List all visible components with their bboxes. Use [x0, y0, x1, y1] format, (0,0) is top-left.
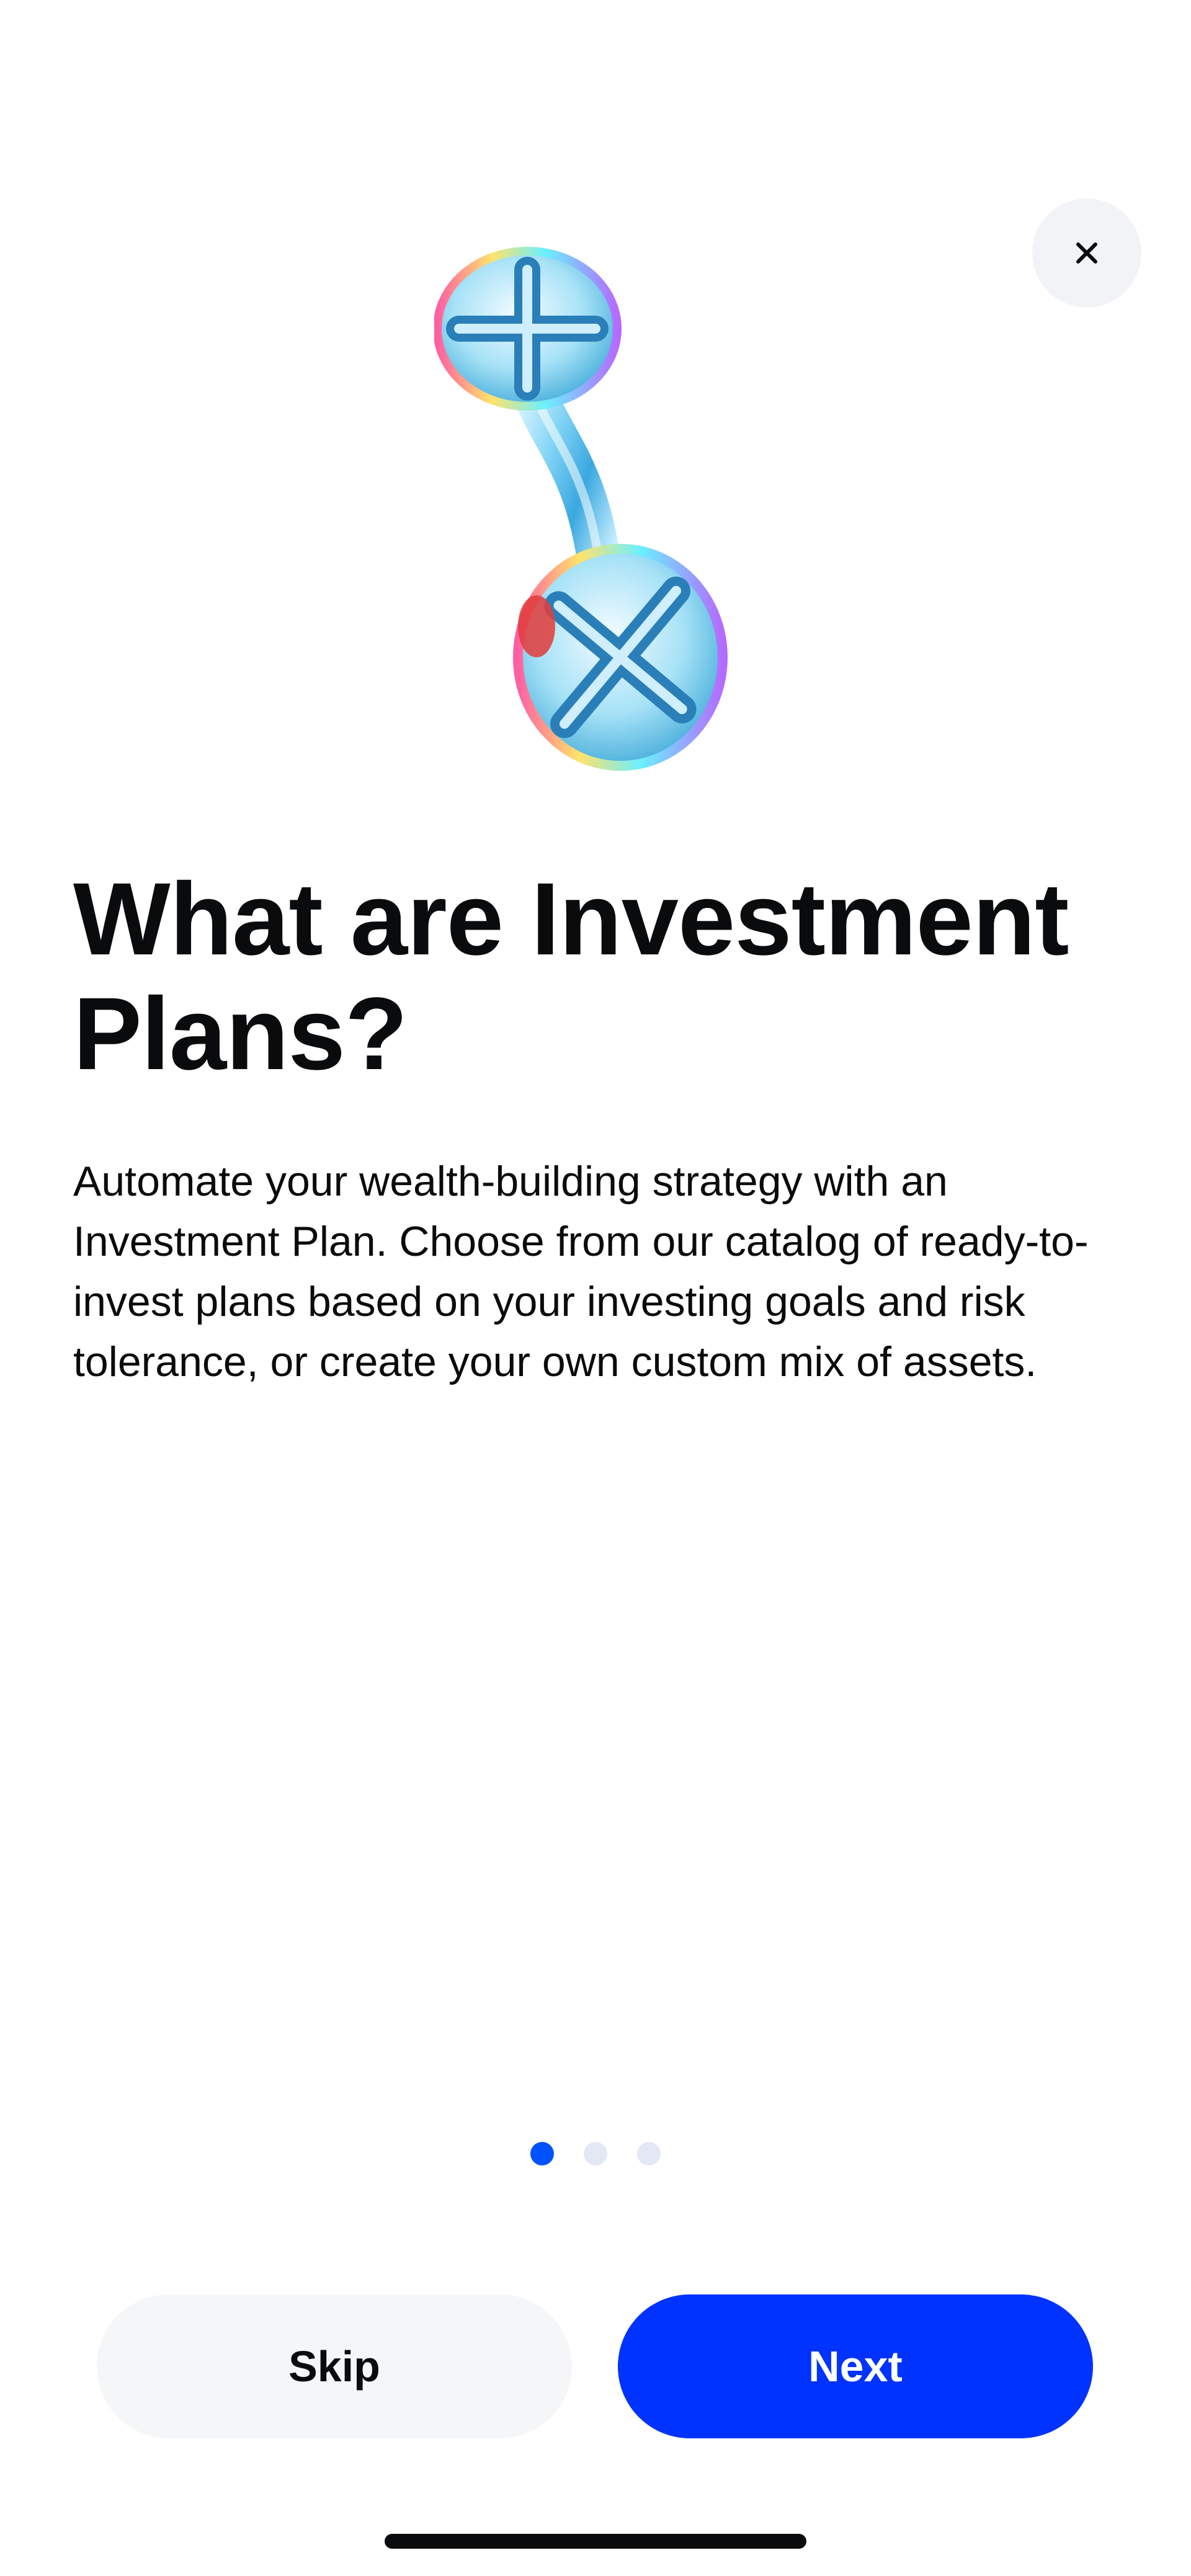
page-title: What are Investment Plans? [73, 862, 1140, 1091]
close-icon [1076, 242, 1097, 264]
home-indicator [385, 2534, 806, 2549]
page-dot-1[interactable] [530, 2142, 554, 2165]
page-dot-3[interactable] [637, 2142, 661, 2165]
skip-button[interactable]: Skip [97, 2294, 572, 2438]
onboarding-screen: What are Investment Plans? Automate your… [0, 0, 1191, 2576]
page-dot-2[interactable] [584, 2142, 607, 2165]
pagination-dots [0, 2142, 1191, 2165]
title-line-2: Plans? [73, 977, 408, 1091]
investment-plan-illustration [434, 247, 728, 771]
close-button[interactable] [1032, 198, 1141, 308]
title-line-1: What are Investment [73, 862, 1069, 977]
description-text: Automate your wealth-building strategy w… [73, 1158, 1089, 1385]
next-button[interactable]: Next [618, 2294, 1093, 2438]
